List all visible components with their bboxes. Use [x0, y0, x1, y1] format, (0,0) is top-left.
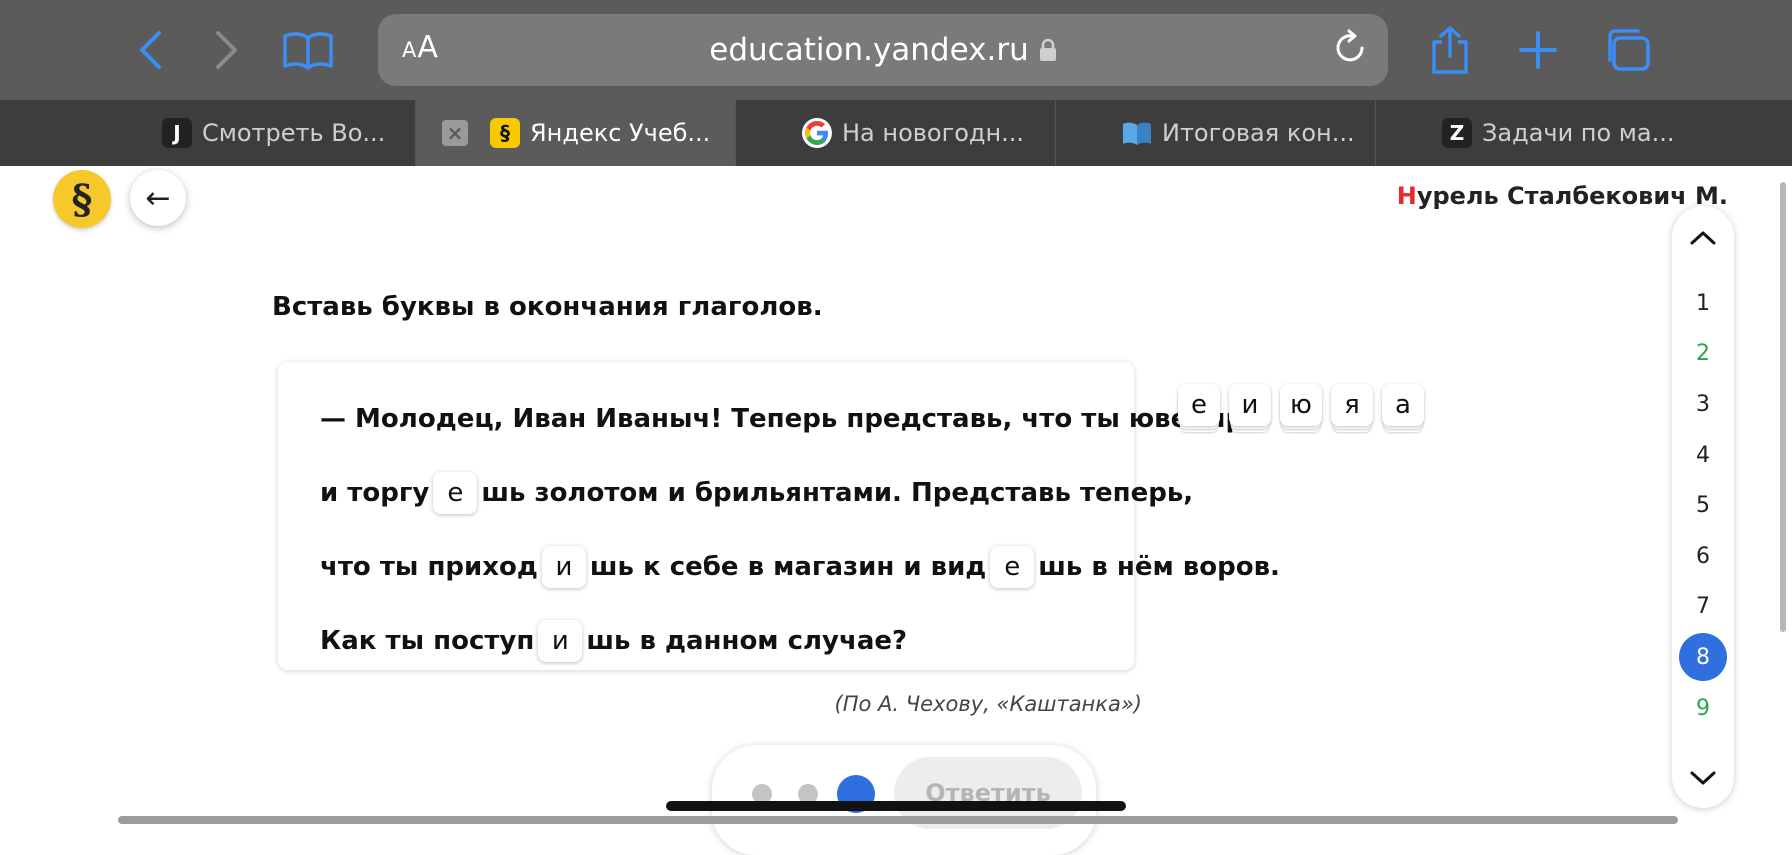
answer-slot[interactable]: и [538, 620, 583, 662]
tab-5[interactable]: Z Задачи по ма... [1376, 100, 1792, 166]
question-navigator: 1 2 3 4 5 6 7 8 9 [1672, 206, 1734, 808]
text-line: — Молодец, Иван Иваныч! Теперь представь… [320, 382, 1244, 456]
question-number-5[interactable]: 5 [1672, 480, 1734, 531]
text-fragment: — Молодец, Иван Иваныч! Теперь представь… [320, 404, 1245, 434]
back-chevron-icon[interactable] [122, 22, 178, 78]
favicon-j-icon: J [162, 118, 192, 148]
text-fragment: что ты приход [320, 552, 538, 582]
letter-tile[interactable]: я [1331, 384, 1373, 426]
letter-options: еиюяа [1178, 384, 1424, 426]
question-number-2[interactable]: 2 [1672, 329, 1734, 380]
question-number-4[interactable]: 4 [1672, 430, 1734, 481]
text-fragment: шь золотом и брильянтами. Представь тепе… [481, 478, 1194, 508]
tab-2-active[interactable]: × § Яндекс Учеб... [416, 100, 736, 166]
question-number-3[interactable]: 3 [1672, 379, 1734, 430]
tab-4[interactable]: Итоговая кон... [1056, 100, 1376, 166]
exercise-text: — Молодец, Иван Иваныч! Теперь представь… [320, 382, 1280, 678]
address-bar[interactable]: AA education.yandex.ru [378, 14, 1388, 86]
forward-chevron-icon[interactable] [198, 22, 254, 78]
text-fragment: Как ты поступ [320, 626, 535, 656]
question-number-8[interactable]: 8 [1672, 632, 1734, 683]
letter-tile[interactable]: е [1178, 384, 1220, 426]
tab-title: Яндекс Учеб... [530, 119, 711, 147]
text-fragment: шь в нём воров. [1038, 552, 1280, 582]
tab-1[interactable]: J Смотреть Во... [0, 100, 416, 166]
text-line: и торгу е шь золотом и брильянтами. Предст… [320, 456, 1193, 530]
text-line: что ты приход и шь к себе в магазин и вид е… [320, 530, 1280, 604]
letter-tile[interactable]: ю [1280, 384, 1322, 426]
tab-title: Задачи по ма... [1482, 119, 1675, 147]
favicon-z-icon: Z [1442, 118, 1472, 148]
lock-icon [1039, 34, 1057, 70]
new-tab-plus-icon[interactable] [1510, 22, 1566, 78]
tab-strip: J Смотреть Во... × § Яндекс Учеб... На н… [0, 100, 1792, 166]
tab-title: Итоговая кон... [1162, 119, 1355, 147]
favicon-google-icon [802, 118, 832, 148]
question-number-label: 4 [1696, 442, 1710, 468]
back-button[interactable]: ← [130, 170, 186, 226]
vertical-scrollbar[interactable] [1780, 182, 1786, 632]
question-number-label: 7 [1696, 594, 1710, 620]
question-number-label: 1 [1696, 290, 1710, 316]
user-name[interactable]: Нурель Сталбекович М. [1397, 182, 1728, 210]
scroll-down-chevron-icon[interactable] [1672, 758, 1734, 798]
tab-3[interactable]: На новогодн... [736, 100, 1056, 166]
horizontal-scrollbar[interactable] [118, 816, 1678, 824]
text-fragment: и торгу [320, 478, 430, 508]
yandex-uchebnik-logo[interactable]: § [53, 170, 111, 228]
question-number-label: 3 [1696, 391, 1710, 417]
reload-icon[interactable] [1330, 28, 1370, 72]
question-number-label: 2 [1696, 341, 1710, 367]
exercise-text-card: — Молодец, Иван Иваныч! Теперь представь… [278, 362, 1280, 670]
question-number-label: 5 [1696, 493, 1710, 519]
arrow-left-icon: ← [145, 180, 171, 216]
answer-slot[interactable]: е [990, 546, 1035, 588]
answer-slot[interactable]: е [433, 472, 478, 514]
favicon-book-icon [1122, 118, 1152, 148]
text-fragment: шь в данном случае? [586, 626, 908, 656]
task-title: Вставь буквы в окончания глаголов. [272, 292, 823, 322]
question-number-9[interactable]: 9 [1672, 683, 1734, 734]
scroll-up-chevron-icon[interactable] [1672, 218, 1734, 258]
question-number-label: 8 [1679, 633, 1727, 682]
bookmarks-book-icon[interactable] [280, 22, 336, 78]
browser-toolbar: AA education.yandex.ru [0, 0, 1792, 100]
text-fragment: шь к себе в магазин и вид [589, 552, 987, 582]
tab-title: На новогодн... [842, 119, 1025, 147]
letter-tile[interactable]: и [1229, 384, 1271, 426]
answer-controls: Ответить [712, 745, 1096, 855]
close-tab-icon[interactable]: × [442, 120, 468, 146]
question-number-label: 6 [1696, 543, 1710, 569]
tabs-overview-icon[interactable] [1600, 22, 1656, 78]
text-line: Как ты поступ и шь в данном случае? [320, 604, 1124, 678]
url-text: education.yandex.ru [709, 32, 1029, 68]
question-number-1[interactable]: 1 [1672, 278, 1734, 329]
share-icon[interactable] [1422, 22, 1478, 78]
home-indicator [666, 801, 1126, 811]
question-number-6[interactable]: 6 [1672, 531, 1734, 582]
letter-tile[interactable]: а [1382, 384, 1424, 426]
text-source: (По А. Чехову, «Каштанка») [834, 692, 1142, 716]
question-number-7[interactable]: 7 [1672, 582, 1734, 633]
question-number-label: 9 [1696, 695, 1710, 721]
favicon-yandex-uchebnik-icon: § [490, 118, 520, 148]
answer-slot[interactable]: и [541, 546, 586, 588]
tab-title: Смотреть Во... [202, 119, 386, 147]
